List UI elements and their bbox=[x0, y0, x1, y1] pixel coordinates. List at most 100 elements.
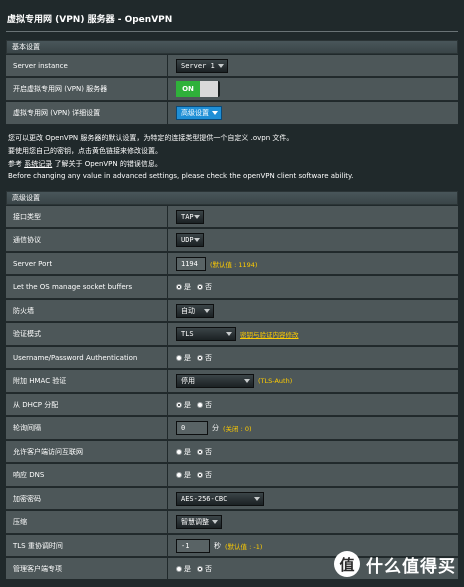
userpass-auth-row: Username/Password Authentication 是 否 bbox=[6, 347, 458, 369]
radio-yes-label: 是 bbox=[184, 400, 191, 409]
auth-mode-select[interactable]: TLS bbox=[176, 327, 236, 341]
cipher-label: 加密密码 bbox=[6, 488, 167, 509]
hmac-label: 附加 HMAC 验证 bbox=[6, 370, 167, 392]
chevron-down-icon bbox=[194, 214, 200, 219]
cipher-select[interactable]: AES-256-CBC bbox=[176, 491, 264, 506]
radio-yes-label: 是 bbox=[184, 564, 191, 573]
protocol-label: 通信协议 bbox=[6, 229, 167, 251]
vpn-detail-select[interactable]: 高级设置 bbox=[176, 106, 222, 120]
watermark-logo: 值 bbox=[334, 551, 360, 577]
client-internet-no[interactable]: 否 bbox=[197, 447, 212, 457]
respond-dns-row: 响应 DNS 是 否 bbox=[6, 464, 458, 487]
userpass-auth-yes[interactable]: 是 bbox=[176, 353, 191, 363]
tls-reneg-label: TLS 重协调时间 bbox=[6, 535, 167, 556]
hmac-hint: (TLS-Auth) bbox=[258, 377, 293, 385]
auth-mode-label: 验证模式 bbox=[6, 323, 167, 345]
poll-interval-input[interactable]: 0 bbox=[176, 421, 208, 435]
client-internet-row: 允许客户端访问互联网 是 否 bbox=[6, 441, 458, 463]
radio-no-label: 否 bbox=[205, 353, 212, 362]
radio-yes-label: 是 bbox=[184, 447, 191, 456]
radio-no-label: 否 bbox=[205, 564, 212, 573]
tls-reneg-input[interactable]: -1 bbox=[176, 538, 210, 553]
firewall-row: 防火墙 自动 bbox=[6, 300, 458, 322]
hmac-value: 停用 bbox=[181, 377, 195, 385]
toggle-on-label: ON bbox=[176, 81, 200, 97]
manage-client-yes[interactable]: 是 bbox=[176, 564, 191, 574]
interface-type-value: TAP bbox=[181, 212, 194, 221]
interface-type-label: 接口类型 bbox=[6, 206, 167, 227]
radio-dot bbox=[176, 401, 182, 408]
toggle-knob bbox=[200, 81, 218, 97]
userpass-auth-no[interactable]: 否 bbox=[197, 353, 212, 363]
info-line-1: 您可以更改 OpenVPN 服务器的默认设置，为特定的连接类型提供一个自定义 .… bbox=[8, 134, 294, 142]
auth-keys-link[interactable]: 密钥与验证内容修改 bbox=[240, 329, 299, 339]
chevron-down-icon bbox=[212, 111, 218, 115]
firewall-select[interactable]: 自动 bbox=[176, 303, 214, 318]
enable-vpn-label: 开启虚拟专用网 (VPN) 服务器 bbox=[6, 78, 167, 100]
dhcp-yes[interactable]: 是 bbox=[176, 400, 191, 410]
userpass-auth-label: Username/Password Authentication bbox=[6, 347, 167, 368]
info-line-3-suffix: 了解关于 OpenVPN 的错误信息。 bbox=[54, 160, 162, 168]
info-line-3-prefix: 参考 bbox=[8, 160, 22, 168]
radio-dot bbox=[197, 448, 203, 455]
manage-client-no[interactable]: 否 bbox=[197, 564, 212, 574]
manage-client-label: 管理客户端专项 bbox=[6, 558, 167, 579]
tls-reneg-unit: 秒 bbox=[214, 541, 221, 550]
server-instance-value: Server 1 bbox=[181, 61, 215, 70]
cipher-value: AES-256-CBC bbox=[181, 494, 228, 503]
enable-vpn-toggle[interactable]: ON bbox=[176, 81, 220, 97]
system-log-link[interactable]: 系统记录 bbox=[24, 160, 52, 168]
server-port-label: Server Port bbox=[6, 253, 167, 274]
server-instance-select[interactable]: Server 1 bbox=[176, 58, 228, 73]
radio-dot bbox=[197, 354, 203, 361]
server-port-hint: (默认值 : 1194) bbox=[210, 260, 258, 269]
poll-interval-row: 轮询间隔 0 分 (关闭 : 0) bbox=[6, 417, 458, 440]
vpn-detail-value: 高级设置 bbox=[181, 109, 209, 117]
protocol-select[interactable]: UDP bbox=[176, 233, 204, 247]
vpn-detail-row: 虚拟专用网 (VPN) 详细设置 高级设置 bbox=[6, 102, 458, 125]
compression-select[interactable]: 智慧调整 bbox=[176, 515, 222, 529]
radio-no-label: 否 bbox=[205, 283, 212, 291]
radio-dot bbox=[176, 448, 182, 455]
radio-yes-label: 是 bbox=[184, 353, 191, 362]
server-instance-label: Server instance bbox=[6, 55, 167, 76]
firewall-value: 自动 bbox=[181, 306, 195, 315]
title-divider bbox=[6, 31, 458, 32]
client-internet-yes[interactable]: 是 bbox=[176, 447, 191, 457]
auth-mode-row: 验证模式 TLS 密钥与验证内容修改 bbox=[6, 323, 458, 346]
protocol-row: 通信协议 UDP bbox=[6, 229, 458, 252]
radio-no-label: 否 bbox=[205, 471, 212, 479]
enable-vpn-row: 开启虚拟专用网 (VPN) 服务器 ON bbox=[6, 78, 458, 101]
compression-row: 压缩 智慧调整 bbox=[6, 511, 458, 534]
respond-dns-no[interactable]: 否 bbox=[197, 470, 212, 480]
client-internet-label: 允许客户端访问互联网 bbox=[6, 441, 167, 462]
compression-value: 智慧调整 bbox=[181, 518, 209, 526]
basic-settings-header: 基本设置 bbox=[6, 40, 458, 54]
socket-buffers-yes[interactable]: 是 bbox=[176, 282, 191, 292]
interface-type-select[interactable]: TAP bbox=[176, 209, 204, 224]
radio-dot bbox=[197, 284, 203, 290]
compression-label: 压缩 bbox=[6, 511, 167, 533]
dhcp-no[interactable]: 否 bbox=[197, 400, 212, 410]
dhcp-label: 从 DHCP 分配 bbox=[6, 394, 167, 415]
socket-buffers-no[interactable]: 否 bbox=[197, 282, 212, 292]
vpn-detail-label: 虚拟专用网 (VPN) 详细设置 bbox=[6, 102, 167, 124]
hmac-select[interactable]: 停用 bbox=[176, 374, 254, 388]
radio-dot bbox=[176, 354, 182, 361]
auth-mode-value: TLS bbox=[181, 330, 194, 338]
chevron-down-icon bbox=[218, 63, 224, 68]
server-port-input[interactable]: 1194 bbox=[176, 256, 206, 271]
radio-no-label: 否 bbox=[205, 447, 212, 456]
info-line-3: 参考 系统记录 了解关于 OpenVPN 的错误信息。 bbox=[8, 159, 162, 169]
respond-dns-yes[interactable]: 是 bbox=[176, 470, 191, 480]
dhcp-row: 从 DHCP 分配 是 否 bbox=[6, 394, 458, 416]
radio-no-label: 否 bbox=[205, 400, 212, 409]
chevron-down-icon bbox=[194, 238, 200, 242]
radio-dot bbox=[197, 401, 203, 408]
poll-interval-label: 轮询间隔 bbox=[6, 417, 167, 439]
radio-yes-label: 是 bbox=[184, 471, 191, 479]
page-title: 虚拟专用网 (VPN) 服务器 - OpenVPN bbox=[7, 15, 173, 25]
watermark-text: 什么值得买 bbox=[366, 556, 456, 577]
socket-buffers-row: Let the OS manage socket buffers 是 否 bbox=[6, 276, 458, 299]
info-line-4: Before changing any value in advanced se… bbox=[8, 172, 354, 180]
